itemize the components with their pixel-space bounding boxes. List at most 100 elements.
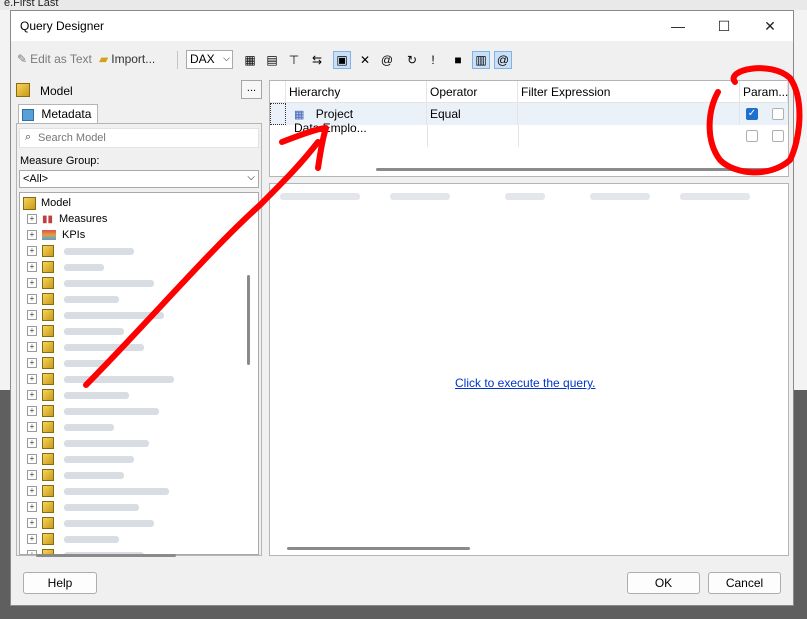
tree-vertical-scrollbar[interactable] (247, 275, 250, 365)
auto-execute-icon[interactable]: ⇆ (308, 51, 326, 69)
metadata-tab-icon (22, 108, 34, 121)
expand-icon[interactable]: + (27, 310, 37, 320)
tree-item-obscured[interactable]: + (27, 403, 159, 419)
empty-row-checkbox[interactable] (772, 130, 784, 142)
column-header-parameters[interactable]: Param... (740, 81, 788, 103)
tree-item-obscured[interactable]: + (27, 467, 124, 483)
results-horizontal-scrollbar[interactable] (287, 547, 470, 550)
expand-icon[interactable]: + (27, 438, 37, 448)
metadata-tab-label: Metadata (41, 107, 92, 121)
exclamation-icon[interactable]: ! (424, 51, 442, 69)
tree-item-obscured[interactable]: + (27, 515, 154, 531)
filter-grid: Hierarchy Operator Filter Expression Par… (269, 80, 789, 177)
query-parameters-icon[interactable]: @ (378, 51, 396, 69)
execute-query-link[interactable]: Click to execute the query. (455, 376, 596, 390)
tree-item-kpis[interactable]: + KPIs (27, 227, 85, 243)
expand-icon[interactable]: + (27, 326, 37, 336)
operator-cell[interactable]: Equal (427, 103, 518, 125)
expand-icon[interactable]: + (27, 374, 37, 384)
close-button[interactable]: ✕ (747, 11, 793, 41)
tree-root[interactable]: Model (23, 195, 71, 211)
expand-icon[interactable]: + (27, 358, 37, 368)
expand-icon[interactable]: + (27, 262, 37, 272)
design-mode-icon[interactable]: ▥ (472, 51, 490, 69)
expand-icon[interactable]: + (27, 294, 37, 304)
expand-icon[interactable]: + (27, 486, 37, 496)
tree-item-obscured[interactable]: + (27, 531, 119, 547)
search-model-input[interactable]: ⌕ Search Model (19, 128, 259, 148)
query-mode-icon[interactable]: @ (494, 51, 512, 69)
tree-item-obscured[interactable]: + (27, 339, 144, 355)
filter-row[interactable]: ▦ Project Data.Emplo... Equal ✓ (270, 103, 788, 135)
expand-icon[interactable]: + (27, 342, 37, 352)
table-cube-icon (42, 357, 54, 369)
expand-icon[interactable]: + (27, 454, 37, 464)
obscured-column-header (390, 193, 450, 200)
column-header-operator[interactable]: Operator (427, 81, 518, 103)
measure-group-select[interactable]: <All> ⌵ (19, 170, 259, 188)
expand-icon[interactable]: + (27, 230, 37, 240)
tree-item-obscured[interactable]: + (27, 259, 104, 275)
parameter-checkbox-checked[interactable]: ✓ (746, 108, 758, 120)
column-header-filter-expression[interactable]: Filter Expression (518, 81, 740, 103)
prepare-query-icon[interactable]: ↻ (403, 51, 421, 69)
obscured-label (64, 535, 119, 543)
edit-as-text-button[interactable]: ✎ Edit as Text (17, 52, 92, 66)
expand-icon[interactable]: + (27, 422, 37, 432)
tree-item-obscured[interactable]: + (27, 451, 134, 467)
tree-item-obscured[interactable]: + (27, 307, 164, 323)
table-cube-icon (42, 277, 54, 289)
tree-item-obscured[interactable]: + (27, 243, 134, 259)
expand-icon[interactable]: + (27, 214, 37, 224)
parameter-checkbox[interactable] (772, 108, 784, 120)
edit-as-text-label: Edit as Text (30, 52, 92, 66)
empty-row-checkbox[interactable] (746, 130, 758, 142)
tree-item-obscured[interactable]: + (27, 291, 119, 307)
show-aggregates-icon[interactable]: ▣ (333, 51, 351, 69)
row-selector[interactable] (270, 103, 286, 125)
tree-item-obscured[interactable]: + (27, 499, 139, 515)
refresh-fields-icon[interactable]: ▦ (241, 51, 259, 69)
expand-icon[interactable]: + (27, 390, 37, 400)
table-cube-icon (42, 437, 54, 449)
import-button[interactable]: ▰ Import... (99, 52, 155, 66)
tree-item-obscured[interactable]: + (27, 355, 109, 371)
model-header: Model ... (16, 80, 262, 100)
tree-item-obscured[interactable]: + (27, 419, 114, 435)
tab-metadata[interactable]: Metadata (18, 104, 98, 124)
ok-button[interactable]: OK (627, 572, 700, 594)
filter-expression-cell[interactable] (518, 103, 740, 125)
minimize-button[interactable]: — (655, 11, 701, 41)
expand-icon[interactable]: + (27, 470, 37, 480)
language-select[interactable]: DAX ⌵ (186, 50, 233, 69)
tree-item-obscured[interactable]: + (27, 483, 169, 499)
hierarchy-grid-icon: ▦ (294, 109, 305, 121)
show-empty-cells-icon[interactable]: ⊤ (285, 51, 303, 69)
hierarchy-cell[interactable]: ▦ Project Data.Emplo... (286, 103, 427, 135)
expand-icon[interactable]: + (27, 246, 37, 256)
expand-icon[interactable]: + (27, 502, 37, 512)
blurred-results-header (270, 190, 788, 204)
cancel-button[interactable]: Cancel (708, 572, 781, 594)
delete-icon[interactable]: ✕ (356, 51, 374, 69)
expand-icon[interactable]: + (27, 406, 37, 416)
tree-item-obscured[interactable]: + (27, 435, 149, 451)
cancel-query-icon[interactable]: ■ (449, 51, 467, 69)
maximize-button[interactable]: ☐ (701, 11, 747, 41)
tree-horizontal-scrollbar[interactable] (36, 554, 176, 557)
add-calculated-member-icon[interactable]: ▤ (263, 51, 281, 69)
tree-item-obscured[interactable]: + (27, 275, 154, 291)
obscured-label (64, 247, 134, 255)
expand-icon[interactable]: + (27, 278, 37, 288)
expand-icon[interactable]: + (27, 534, 37, 544)
tree-item-obscured[interactable]: + (27, 323, 124, 339)
tree-item-measures[interactable]: + ▮▮ Measures (27, 211, 107, 227)
help-button[interactable]: Help (23, 572, 97, 594)
select-model-button[interactable]: ... (241, 80, 262, 99)
tree-item-obscured[interactable]: + (27, 387, 129, 403)
column-header-hierarchy[interactable]: Hierarchy (286, 81, 427, 103)
tree-item-obscured[interactable]: + (27, 371, 174, 387)
toolbar: ✎ Edit as Text ▰ Import... DAX ⌵ ▦ ▤ ⊤ ⇆… (11, 48, 793, 74)
expand-icon[interactable]: + (27, 518, 37, 528)
grid-horizontal-scrollbar[interactable] (376, 168, 776, 171)
